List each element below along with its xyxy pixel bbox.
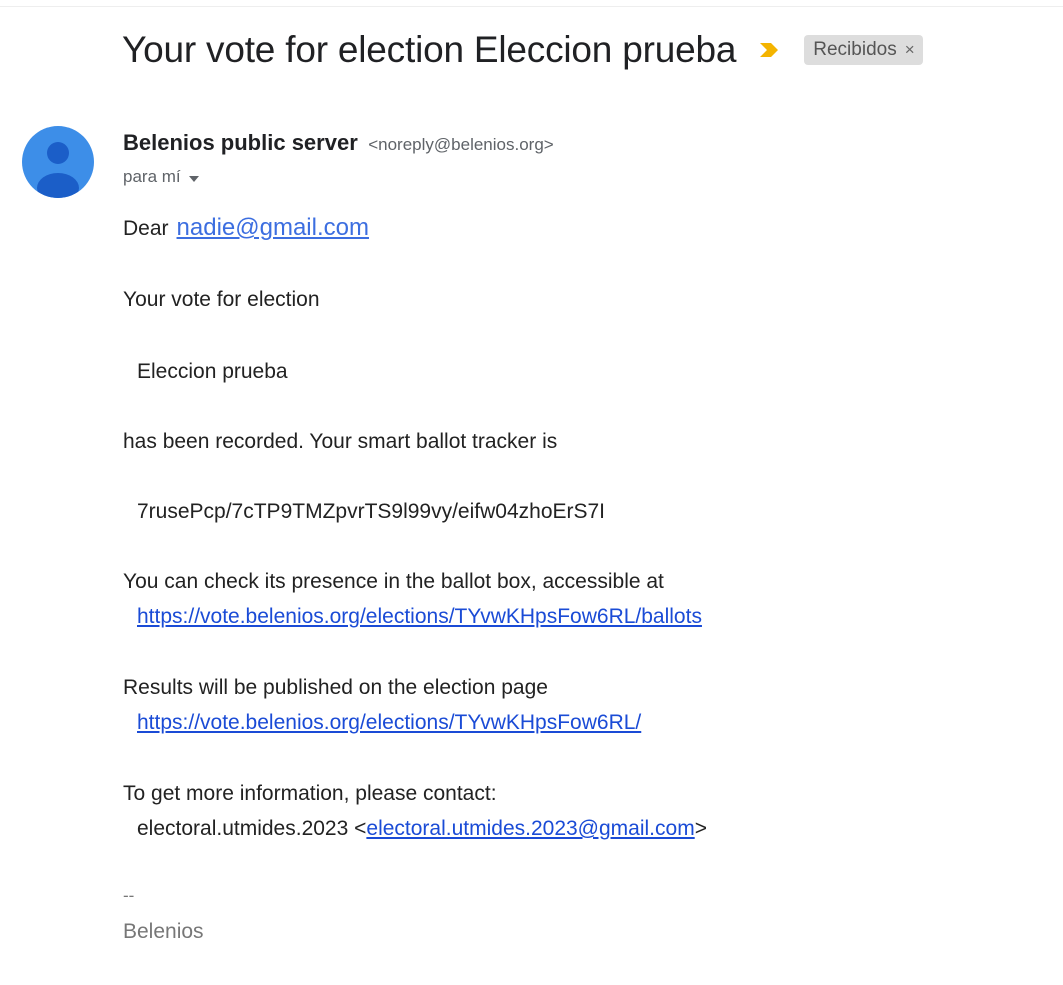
person-avatar-icon bbox=[37, 142, 79, 198]
ballot-tracker: 7rusePcp/7cTP9TMZpvrTS9l99vy/eifw04zhoEr… bbox=[137, 500, 606, 523]
subject-row: Your vote for election Eleccion prueba R… bbox=[122, 26, 923, 74]
email-view: Your vote for election Eleccion prueba R… bbox=[0, 0, 1063, 985]
check-presence-line: You can check its presence in the ballot… bbox=[123, 570, 664, 593]
top-divider bbox=[0, 6, 1063, 7]
election-page-link[interactable]: https://vote.belenios.org/elections/TYvw… bbox=[137, 711, 641, 735]
contact-email-link[interactable]: electoral.utmides.2023@gmail.com bbox=[366, 817, 694, 840]
greeting-prefix: Dear bbox=[123, 217, 169, 240]
sender-row: Belenios public server <noreply@belenios… bbox=[123, 130, 554, 156]
signature-name: Belenios bbox=[123, 920, 204, 943]
caret-down-icon[interactable] bbox=[188, 175, 199, 182]
sender-name[interactable]: Belenios public server bbox=[123, 130, 358, 155]
email-subject: Your vote for election Eleccion prueba bbox=[122, 29, 737, 70]
label-chip-recibidos[interactable]: Recibidos × bbox=[804, 35, 923, 65]
label-chip-text: Recibidos bbox=[813, 39, 897, 60]
greeting-line: Dear nadie@gmail.com bbox=[123, 214, 369, 242]
contact-details: electoral.utmides.2023 <electoral.utmide… bbox=[137, 817, 707, 841]
greeting-email-link[interactable]: nadie@gmail.com bbox=[177, 214, 369, 241]
contact-name: electoral.utmides.2023 < bbox=[137, 817, 367, 840]
recipient-label: para mí bbox=[123, 167, 181, 186]
recorded-line: has been recorded. Your smart ballot tra… bbox=[123, 430, 558, 453]
contact-line: To get more information, please contact: bbox=[123, 782, 497, 805]
election-name: Eleccion prueba bbox=[137, 360, 288, 383]
recipient-details-toggle[interactable]: para mí bbox=[123, 167, 199, 187]
results-line: Results will be published on the electio… bbox=[123, 676, 548, 699]
sender-avatar[interactable] bbox=[22, 126, 94, 198]
importance-marker-icon[interactable] bbox=[758, 41, 780, 59]
contact-close: > bbox=[694, 817, 707, 840]
remove-label-button[interactable]: × bbox=[905, 40, 915, 60]
vote-for-line: Your vote for election bbox=[123, 288, 320, 311]
signature-dash: -- bbox=[123, 886, 135, 905]
ballots-link[interactable]: https://vote.belenios.org/elections/TYvw… bbox=[137, 605, 702, 629]
sender-email: <noreply@belenios.org> bbox=[368, 135, 554, 154]
